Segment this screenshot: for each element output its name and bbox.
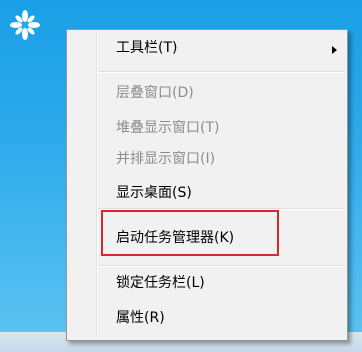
menu-item-properties[interactable]: 属性(R) [116, 306, 165, 330]
flower-logo-icon [10, 10, 40, 40]
menu-item-side-by-side-windows[interactable]: 并排显示窗口(I) [116, 147, 215, 171]
menu-separator [98, 265, 344, 267]
menu-item-label: 显示桌面(S) [116, 185, 192, 201]
submenu-arrow-icon [332, 46, 337, 54]
menu-item-toolbars[interactable]: 工具栏(T) [116, 36, 342, 60]
menu-item-label: 工具栏(T) [116, 40, 178, 56]
menu-item-lock-taskbar[interactable]: 锁定任务栏(L) [116, 271, 205, 295]
highlight-box [101, 210, 279, 256]
menu-item-label: 属性(R) [116, 310, 165, 326]
menu-item-cascade-windows[interactable]: 层叠窗口(D) [116, 81, 194, 105]
menu-item-label: 锁定任务栏(L) [116, 275, 205, 291]
menu-item-stack-windows[interactable]: 堆叠显示窗口(T) [116, 116, 219, 140]
menu-item-label: 堆叠显示窗口(T) [116, 120, 220, 136]
menu-item-label: 层叠窗口(D) [116, 85, 194, 101]
taskbar-context-menu: 工具栏(T) 层叠窗口(D) 堆叠显示窗口(T) 并排显示窗口(I) 显示桌面(… [66, 29, 348, 341]
menu-item-show-desktop[interactable]: 显示桌面(S) [116, 181, 192, 205]
menu-item-label: 并排显示窗口(I) [116, 151, 216, 167]
menu-separator [98, 71, 344, 73]
